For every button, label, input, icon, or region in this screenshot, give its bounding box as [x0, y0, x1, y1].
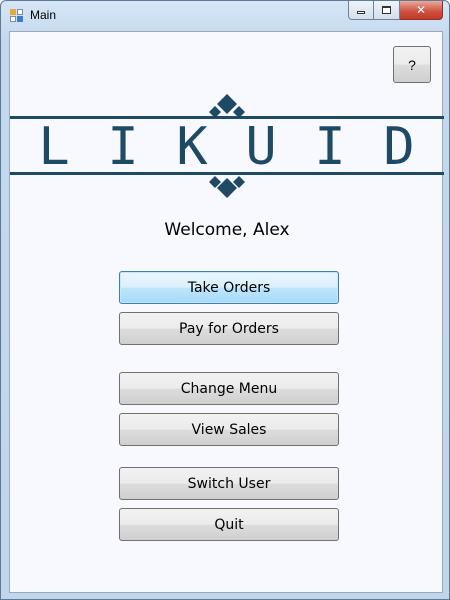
pay-for-orders-button[interactable]: Pay for Orders: [119, 312, 339, 345]
view-sales-button[interactable]: View Sales: [119, 413, 339, 446]
caption-buttons: ✕: [348, 1, 443, 21]
window-title: Main: [30, 8, 57, 22]
minimize-button[interactable]: [348, 1, 374, 20]
maximize-icon: [382, 6, 391, 14]
maximize-button[interactable]: [374, 1, 400, 20]
likuid-logo: L I K U I D: [10, 94, 444, 200]
logo-letter: U: [245, 117, 277, 177]
help-button[interactable]: ?: [393, 46, 431, 83]
switch-user-button[interactable]: Switch User: [119, 467, 339, 500]
close-icon: ✕: [415, 3, 427, 17]
app-icon[interactable]: [10, 9, 24, 23]
main-window: Main ✕ ? L I K U I D Welcome, Alex Take …: [0, 0, 450, 600]
welcome-message: Welcome, Alex: [164, 220, 290, 240]
logo-wordmark: L I K U I D: [10, 118, 444, 176]
take-orders-button[interactable]: Take Orders: [119, 271, 339, 304]
quit-button[interactable]: Quit: [119, 508, 339, 541]
logo-letter: I: [107, 117, 139, 177]
client-area: ? L I K U I D Welcome, Alex Take Orders …: [9, 31, 444, 593]
title-bar[interactable]: Main ✕: [1, 1, 449, 31]
change-menu-button[interactable]: Change Menu: [119, 372, 339, 405]
logo-letter: K: [176, 117, 208, 177]
logo-letter: L: [38, 117, 70, 177]
logo-letter: I: [314, 117, 346, 177]
close-button[interactable]: ✕: [400, 1, 443, 20]
logo-letter: D: [383, 117, 415, 177]
minimize-icon: [357, 11, 365, 14]
